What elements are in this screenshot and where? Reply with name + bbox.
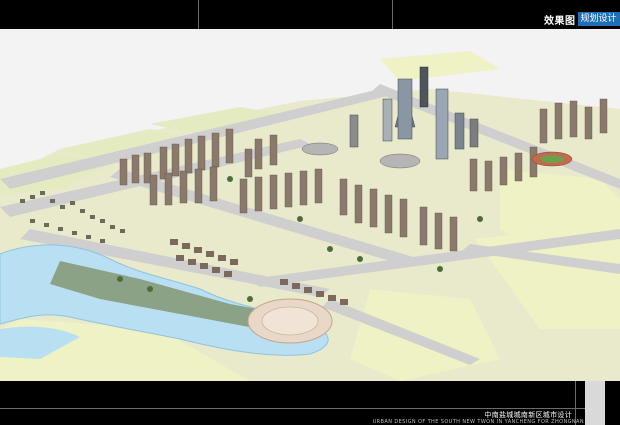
- header-divider: [198, 0, 199, 29]
- urban-design-rendering: [0, 29, 620, 381]
- amphitheater: [261, 306, 319, 336]
- footer-divider: [0, 408, 585, 409]
- aerial-city-illustration: [0, 29, 620, 381]
- header-divider: [392, 0, 393, 29]
- page-title: 效果图: [544, 15, 576, 27]
- page-tab-block: [585, 381, 605, 425]
- sports-field: [540, 155, 564, 163]
- presentation-frame: 效果图 规划设计 中南盐城城南新区城市设计 URBAN DESIGN OF TH…: [0, 0, 620, 425]
- project-title-en: URBAN DESIGN OF THE SOUTH NEW TWON IN YA…: [372, 419, 584, 425]
- footer-bar: 中南盐城城南新区城市设计 URBAN DESIGN OF THE SOUTH N…: [0, 381, 620, 425]
- title-block: 效果图 规划设计: [544, 11, 620, 27]
- page-subtitle-badge: 规划设计: [577, 12, 620, 26]
- header-bar: 效果图 规划设计: [0, 0, 620, 29]
